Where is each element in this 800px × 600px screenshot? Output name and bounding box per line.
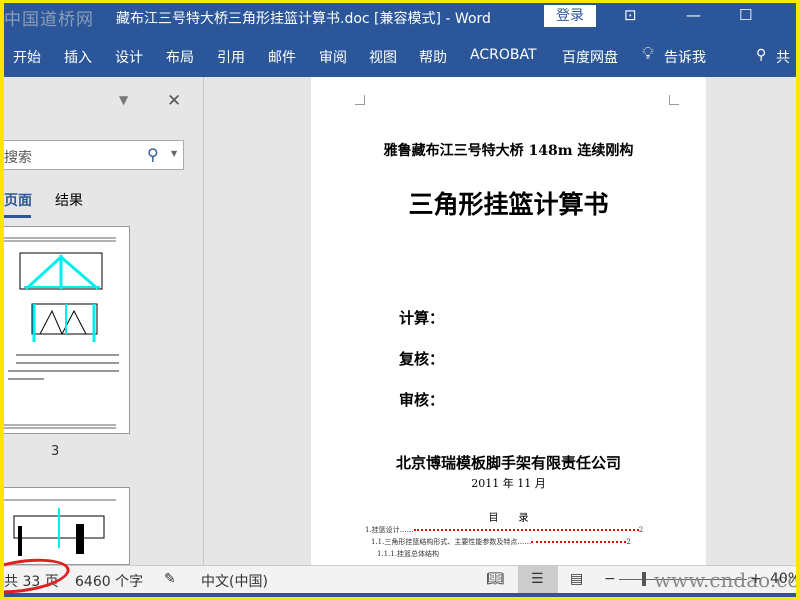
toc-entry-text: 1.1.三角形挂篮结构形式、主要性能参数及特点…… bbox=[371, 538, 532, 546]
search-placeholder: 搜索 bbox=[4, 150, 32, 166]
toc-entry[interactable]: 1.1.1.挂篮总体结构 bbox=[377, 550, 439, 559]
share-button[interactable]: 共 bbox=[776, 47, 790, 67]
tab-view[interactable]: 视图 bbox=[369, 47, 397, 67]
toc-page: 2 bbox=[638, 526, 644, 534]
spelling-underline bbox=[413, 529, 639, 531]
language[interactable]: 中文(中国) bbox=[201, 571, 268, 591]
toc-entry[interactable]: 1.挂篮设计…… 2 bbox=[365, 526, 643, 535]
toc-entry-text: 1.1.1.挂篮总体结构 bbox=[377, 550, 440, 558]
word-window: 中国道桥网 藏布江三号特大桥三角形挂篮计算书.doc [兼容模式] - Word… bbox=[4, 3, 796, 597]
page-thumbnail-4[interactable] bbox=[4, 487, 130, 565]
ribbon-display-options-icon[interactable]: ⊡ bbox=[624, 6, 637, 24]
tab-acrobat[interactable]: ACROBAT bbox=[470, 47, 537, 63]
tab-layout[interactable]: 布局 bbox=[166, 47, 194, 67]
watermark-logo: 中国道桥网 bbox=[4, 10, 94, 30]
login-button[interactable]: 登录 bbox=[544, 5, 596, 27]
pane-options-icon[interactable]: ▼ bbox=[119, 93, 128, 107]
print-layout-button[interactable]: ☰ bbox=[518, 566, 558, 594]
navigation-pane: ▼ ✕ 搜索 ⚲ ▼ 页面 结果 3 bbox=[4, 77, 204, 565]
document-page[interactable]: 雅鲁藏布江三号特大桥 148m 连续刚构 三角形挂篮计算书 计算： 复核： 审核… bbox=[311, 77, 706, 565]
zoom-in-button[interactable]: + bbox=[750, 571, 762, 587]
zoom-level[interactable]: 40% bbox=[770, 571, 796, 587]
tab-insert[interactable]: 插入 bbox=[64, 47, 92, 67]
review-field: 复核： bbox=[399, 350, 445, 368]
tab-home[interactable]: 开始 bbox=[13, 47, 41, 67]
calc-field: 计算： bbox=[399, 309, 445, 327]
proofing-icon[interactable]: ✎ bbox=[164, 571, 176, 587]
read-mode-icon[interactable]: 📖︎ bbox=[486, 571, 504, 587]
doc-title: 三角形挂篮计算书 bbox=[408, 190, 609, 219]
window-title: 藏布江三号特大桥三角形挂篮计算书.doc [兼容模式] - Word bbox=[116, 11, 491, 27]
search-options-icon[interactable]: ▼ bbox=[171, 149, 177, 158]
ribbon-tabs: 开始 插入 设计 布局 引用 邮件 审阅 视图 帮助 ACROBAT 百度网盘 … bbox=[4, 32, 796, 77]
tab-review[interactable]: 审阅 bbox=[319, 47, 347, 67]
thumbnail-drawing bbox=[4, 499, 116, 556]
word-count[interactable]: 6460 个字 bbox=[75, 571, 143, 591]
tab-results[interactable]: 结果 bbox=[55, 190, 83, 210]
search-icon[interactable]: ⚲ bbox=[147, 145, 159, 164]
spelling-underline bbox=[531, 541, 627, 543]
approve-field: 审核： bbox=[399, 391, 445, 409]
doc-subtitle: 雅鲁藏布江三号特大桥 148m 连续刚构 bbox=[383, 143, 634, 159]
minimize-button[interactable]: — bbox=[686, 6, 701, 24]
margin-mark bbox=[669, 95, 679, 105]
margin-mark bbox=[355, 95, 365, 105]
tab-help[interactable]: 帮助 bbox=[419, 47, 447, 67]
tell-me-button[interactable]: 告诉我 bbox=[664, 47, 706, 67]
close-pane-icon[interactable]: ✕ bbox=[167, 91, 181, 111]
toc-entry-text: 1.挂篮设计…… bbox=[365, 526, 414, 534]
lightbulb-icon: 💡︎ bbox=[642, 44, 654, 64]
truss-drawing bbox=[4, 237, 119, 429]
toc-page: 2 bbox=[626, 538, 631, 546]
doc-date: 2011 年 11 月 bbox=[471, 477, 546, 490]
title-bar: 中国道桥网 藏布江三号特大桥三角形挂篮计算书.doc [兼容模式] - Word… bbox=[4, 3, 796, 32]
bottom-edge bbox=[4, 593, 796, 597]
maximize-button[interactable]: ☐ bbox=[739, 6, 752, 24]
company-name: 北京博瑞模板脚手架有限责任公司 bbox=[395, 454, 621, 472]
status-bar: 共 33 页 6460 个字 ✎ 中文(中国) 📖︎ ☰ ▤ − www.cnd… bbox=[4, 553, 796, 597]
tab-references[interactable]: 引用 bbox=[217, 47, 245, 67]
zoom-out-button[interactable]: − bbox=[604, 571, 616, 587]
zoom-slider-thumb[interactable] bbox=[642, 572, 646, 586]
tab-baidu[interactable]: 百度网盘 bbox=[562, 47, 618, 67]
tab-mailings[interactable]: 邮件 bbox=[268, 47, 296, 67]
tab-pages[interactable]: 页面 bbox=[4, 190, 32, 210]
thumbnail-page-number: 3 bbox=[51, 444, 60, 459]
web-layout-icon[interactable]: ▤ bbox=[570, 571, 583, 587]
active-tab-indicator bbox=[4, 215, 31, 218]
toc-entry[interactable]: 1.1.三角形挂篮结构形式、主要性能参数及特点…… 2 bbox=[371, 538, 631, 547]
document-area: 雅鲁藏布江三号特大桥 148m 连续刚构 三角形挂篮计算书 计算： 复核： 审核… bbox=[205, 77, 796, 565]
toc-title: 目 录 bbox=[488, 513, 529, 524]
tab-design[interactable]: 设计 bbox=[115, 47, 143, 67]
page-thumbnail-3[interactable] bbox=[4, 226, 130, 434]
share-icon[interactable]: ⚲ bbox=[756, 47, 766, 63]
search-input[interactable]: 搜索 ⚲ ▼ bbox=[4, 140, 184, 170]
